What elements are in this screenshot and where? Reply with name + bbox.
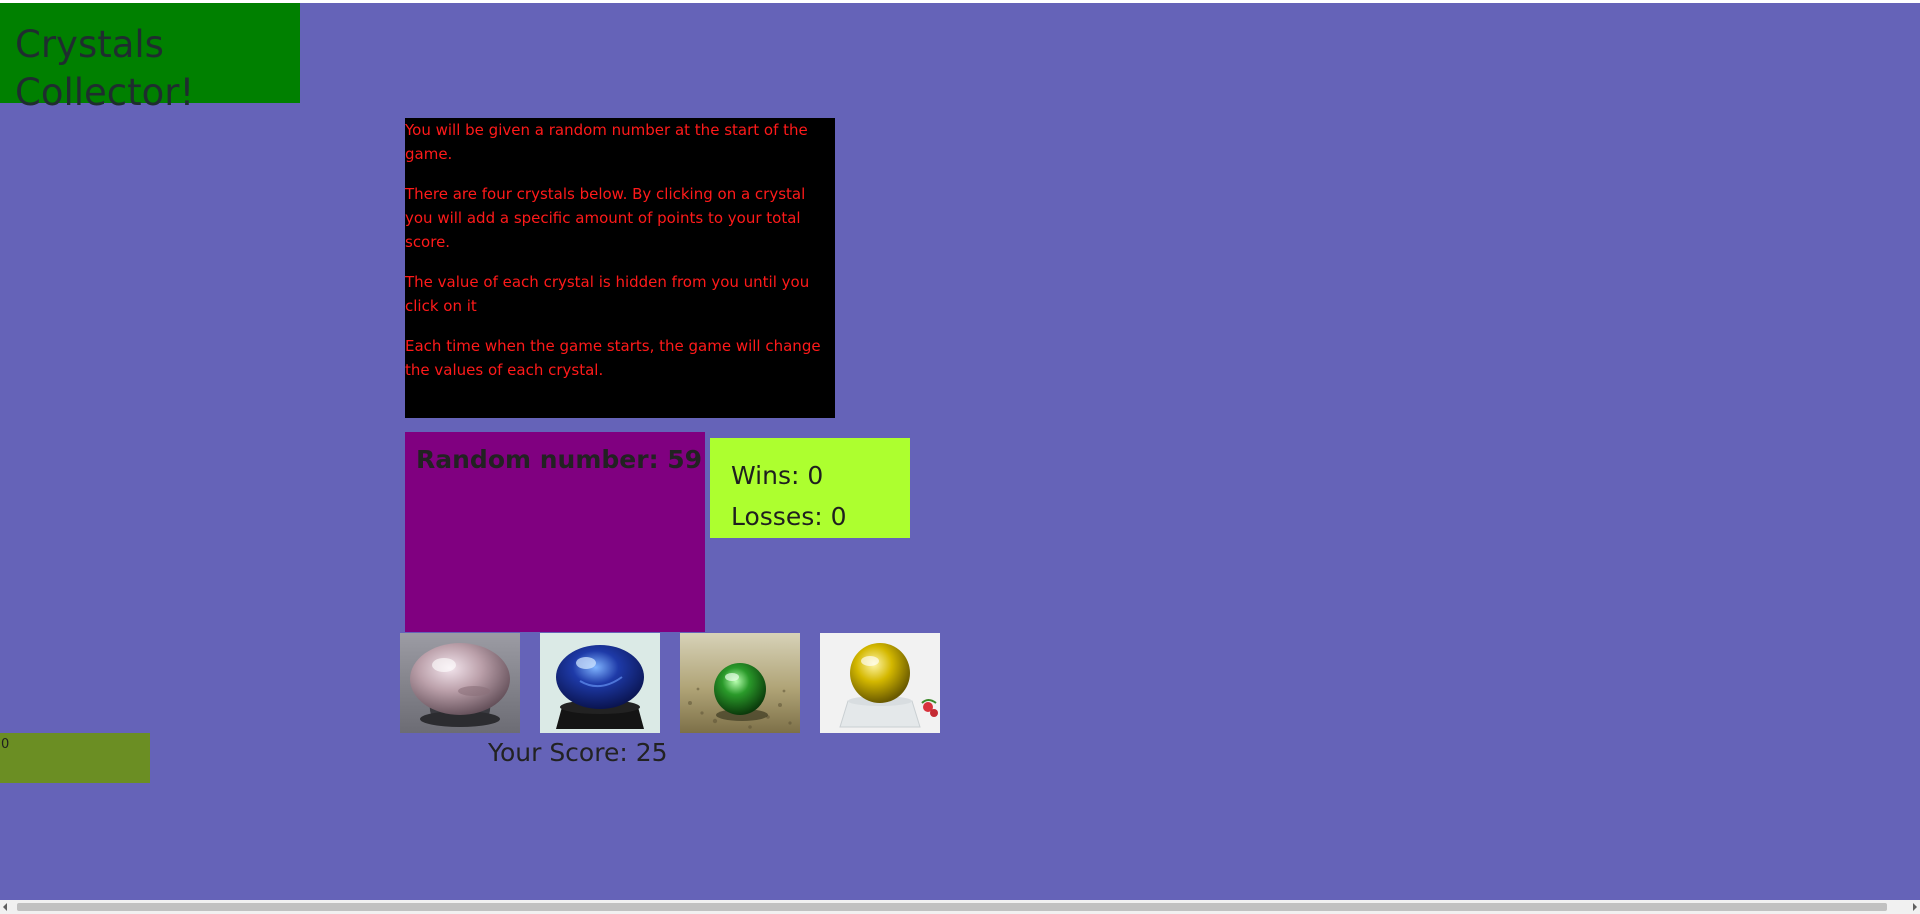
crystal-button-2[interactable] xyxy=(540,633,660,733)
instruction-text: You will be given a random number at the… xyxy=(405,121,808,163)
crystal-button-1[interactable] xyxy=(400,633,520,733)
instructions-panel: You will be given a random number at the… xyxy=(405,118,835,418)
score-counter-value: 0 xyxy=(1,737,10,752)
random-number: Random number: 59 xyxy=(416,445,703,474)
scrollbar-thumb[interactable] xyxy=(17,903,1887,911)
stats-box: Wins: 0 Losses: 0 xyxy=(710,438,910,538)
instruction-text: The value of each crystal is hidden from… xyxy=(405,273,810,315)
game-page: Crystals Collector! You will be given a … xyxy=(0,3,1920,900)
yellow-crystal-ball-image xyxy=(820,633,940,733)
crystal-button-4[interactable] xyxy=(820,633,940,733)
instruction-text: Each time when the game starts, the game… xyxy=(405,337,821,379)
purple-crystal-ball-image xyxy=(400,633,520,733)
instruction-text: There are four crystals below. By clicki… xyxy=(405,185,806,251)
wins-count: Wins: 0 xyxy=(731,461,824,490)
random-number-box: Random number: 59 xyxy=(405,432,705,632)
scroll-left-arrow-icon[interactable] xyxy=(3,903,7,911)
scroll-right-arrow-icon[interactable] xyxy=(1913,903,1917,911)
green-crystal-ball-image xyxy=(680,633,800,733)
blue-crystal-ball-image xyxy=(540,633,660,733)
score-counter-box: 0 xyxy=(0,733,150,783)
losses-count: Losses: 0 xyxy=(731,502,847,531)
your-score: Your Score: 25 xyxy=(488,738,668,767)
crystal-button-3[interactable] xyxy=(680,633,800,733)
horizontal-scrollbar[interactable] xyxy=(0,900,1920,914)
page-title: Crystals Collector! xyxy=(15,23,195,114)
title-box: Crystals Collector! xyxy=(0,3,300,114)
